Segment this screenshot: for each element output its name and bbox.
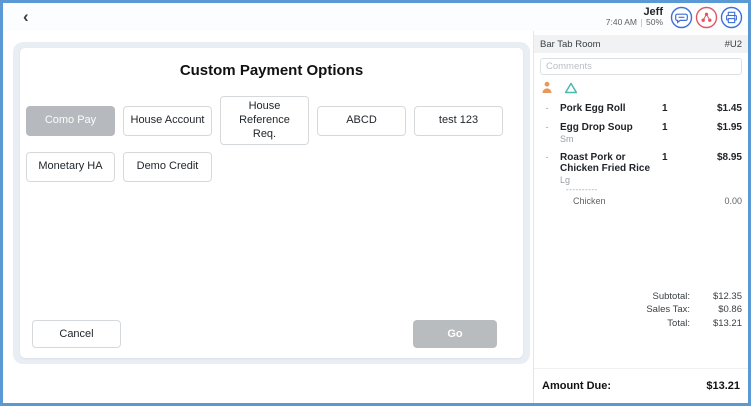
topbar-icons — [670, 6, 743, 29]
back-button[interactable]: ‹ — [23, 8, 29, 25]
payment-option-test-123[interactable]: test 123 — [414, 105, 503, 136]
modifier-separator: ---------- — [566, 185, 598, 194]
total-row: Subtotal: $12.35 — [534, 290, 743, 304]
amount-due-bar: Amount Due: $13.21 — [534, 368, 748, 403]
app-window: ‹ Jeff 7:40 AM 50% Custom Payment Option… — [0, 0, 751, 406]
modal-footer: Cancel Go — [26, 320, 517, 348]
seat-icons-row — [534, 78, 748, 101]
chat-icon[interactable] — [670, 6, 693, 29]
item-bullet: - — [545, 103, 549, 113]
payment-options-card: Custom Payment Options Como Pay House Acc… — [20, 48, 523, 358]
item-name: Egg Drop Soup — [560, 122, 633, 133]
item-bullet: - — [545, 152, 549, 162]
order-items: - Pork Egg Roll 1 $1.45 - Egg Drop Soup … — [534, 101, 748, 290]
item-price: $1.45 — [716, 103, 742, 114]
item-size: Sm — [560, 134, 574, 144]
item-price: $8.95 — [716, 152, 742, 163]
ticket-id: #U2 — [724, 38, 742, 50]
item-modifiers: ---------- Chicken 0.00 — [534, 185, 748, 207]
order-item[interactable]: - Egg Drop Soup 1 $1.95 Sm — [534, 122, 748, 144]
go-button[interactable]: Go — [413, 320, 497, 348]
total-row: Sales Tax: $0.86 — [534, 303, 742, 317]
total-value: $13.21 — [712, 317, 742, 329]
tent-icon[interactable] — [564, 82, 578, 94]
page-body: Custom Payment Options Como Pay House Acc… — [3, 31, 748, 403]
total-label: Sales Tax: — [646, 304, 690, 315]
item-bullet: - — [545, 122, 549, 132]
clock-time: 7:40 AM — [605, 17, 637, 28]
payment-option-house-account[interactable]: House Account — [123, 105, 212, 136]
battery-level: 50% — [645, 17, 663, 28]
amount-due-value: $13.21 — [706, 380, 740, 392]
total-label: Subtotal: — [652, 290, 691, 302]
payment-option-house-reference-req[interactable]: House Reference Req. — [220, 96, 309, 146]
payment-option-como-pay[interactable]: Como Pay — [26, 105, 115, 136]
print-icon[interactable] — [720, 6, 743, 29]
modifier-name: Chicken — [573, 196, 606, 206]
total-value: $0.86 — [718, 304, 742, 315]
item-price: $1.95 — [716, 122, 742, 133]
payment-option-abcd[interactable]: ABCD — [317, 105, 406, 136]
order-item[interactable]: - Pork Egg Roll 1 $1.45 — [534, 103, 748, 114]
item-name: Roast Pork or Chicken Fried Rice — [560, 152, 651, 174]
item-qty: 1 — [662, 152, 668, 163]
item-name: Pork Egg Roll — [560, 103, 626, 114]
payment-option-monetary-ha[interactable]: Monetary HA — [26, 152, 115, 183]
order-panel: Bar Tab Room #U2 - Pork Egg Roll 1 $1.45 — [533, 31, 748, 403]
payment-option-demo-credit[interactable]: Demo Credit — [123, 152, 212, 183]
cancel-button[interactable]: Cancel — [32, 320, 121, 348]
item-qty: 1 — [662, 103, 668, 114]
total-row: Total: $13.21 — [534, 317, 742, 331]
modal-title: Custom Payment Options — [179, 62, 364, 79]
amount-due-label: Amount Due: — [542, 380, 612, 392]
person-icon[interactable] — [541, 81, 553, 94]
payment-options: Como Pay House Account House Reference Req… — [26, 96, 517, 183]
top-bar: ‹ Jeff 7:40 AM 50% — [3, 3, 748, 31]
ticket-header: Bar Tab Room #U2 — [534, 35, 748, 53]
user-meta: 7:40 AM 50% — [605, 17, 663, 28]
item-qty: 1 — [662, 122, 668, 133]
payment-area: Custom Payment Options Como Pay House Acc… — [3, 31, 533, 403]
order-item[interactable]: - Roast Pork or Chicken Fried Rice 1 $8.… — [534, 152, 748, 206]
meta-separator — [640, 19, 642, 28]
total-label: Total: — [667, 317, 690, 329]
modal-backdrop: Custom Payment Options Como Pay House Acc… — [13, 42, 530, 364]
total-value: $12.35 — [712, 290, 742, 302]
user-block: Jeff 7:40 AM 50% — [606, 6, 663, 27]
modifier-row: Chicken 0.00 — [573, 196, 748, 206]
comments-input[interactable] — [540, 58, 742, 75]
room-name: Bar Tab Room — [540, 38, 601, 50]
totals-block: Subtotal: $12.35 Sales Tax: $0.86 Total:… — [534, 290, 748, 331]
network-icon[interactable] — [695, 6, 718, 29]
modifier-price: 0.00 — [724, 196, 742, 206]
item-size: Lg — [560, 175, 571, 185]
